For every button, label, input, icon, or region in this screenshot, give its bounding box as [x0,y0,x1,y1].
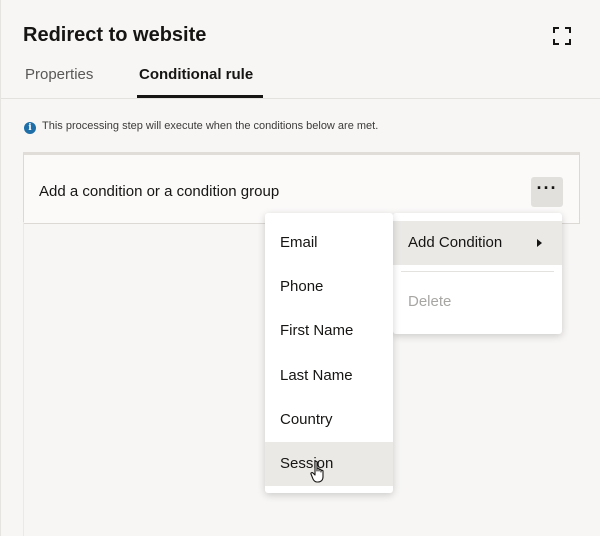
menu-item-add-condition[interactable]: Add Condition [393,221,562,265]
submenu-item-label: Country [280,411,333,428]
submenu-item-first-name[interactable]: First Name [265,309,393,353]
menu-item-label: Delete [408,293,452,310]
menu-separator [401,271,554,272]
submenu-item-session[interactable]: Session [265,442,393,486]
tab-bar: Properties Conditional rule [1,62,600,99]
hand-pointer-icon [310,460,324,483]
actions-menu: Add Condition Delete [393,213,562,334]
tab-properties[interactable]: Properties [25,66,93,98]
submenu-arrow-icon [537,239,542,247]
info-text: This processing step will execute when t… [42,120,379,132]
condition-placeholder: Add a condition or a condition group [39,183,280,200]
panel-title: Redirect to website [23,24,207,46]
divider [23,222,24,536]
submenu-item-country[interactable]: Country [265,398,393,442]
condition-submenu: Email Phone First Name Last Name Country… [265,213,393,493]
submenu-item-last-name[interactable]: Last Name [265,354,393,398]
submenu-item-phone[interactable]: Phone [265,265,393,309]
tab-conditional-rule[interactable]: Conditional rule [136,66,264,98]
info-message: i This processing step will execute when … [24,120,378,134]
submenu-item-label: Phone [280,278,324,295]
menu-item-label: Add Condition [408,234,503,251]
more-options-icon: ··· [536,178,558,198]
submenu-item-label: Email [280,234,318,251]
more-options-button[interactable]: ··· [531,177,563,207]
submenu-item-label: Last Name [280,367,353,384]
info-icon: i [24,122,36,134]
submenu-item-email[interactable]: Email [265,221,393,265]
expand-icon[interactable] [552,26,572,46]
submenu-item-label: First Name [280,322,354,339]
menu-item-delete: Delete [393,280,562,324]
